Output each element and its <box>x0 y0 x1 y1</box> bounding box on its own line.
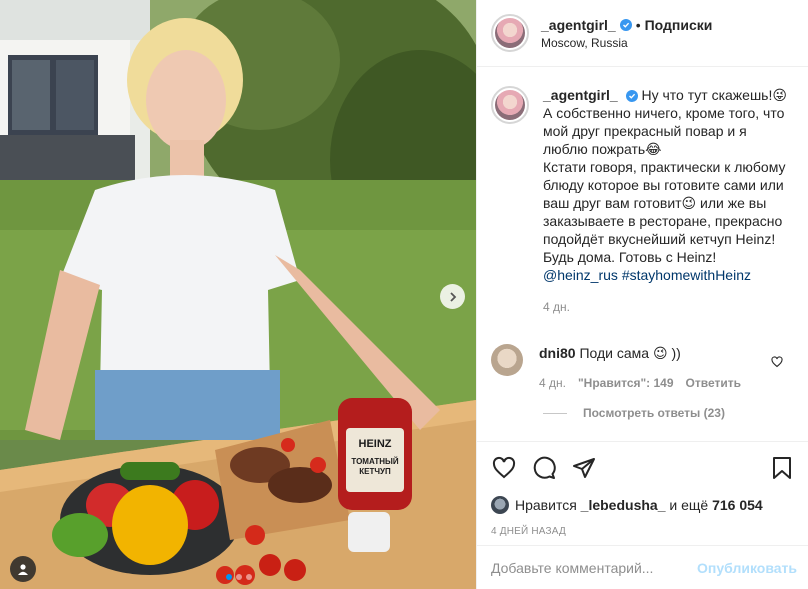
avatar <box>491 496 509 514</box>
mention-link[interactable]: @heinz_rus <box>543 267 618 283</box>
avatar[interactable] <box>491 14 529 52</box>
hashtag-link[interactable]: #stayhomewithHeinz <box>622 267 751 283</box>
photo-scene: HEINZ ТОМАТНЫЙ КЕТЧУП <box>0 0 476 589</box>
likes-user[interactable]: _lebedusha_ <box>581 497 666 513</box>
view-replies-label: Посмотреть ответы (23) <box>583 406 725 420</box>
like-comment-heart-icon[interactable] <box>771 356 783 368</box>
caption-age: 4 дн. <box>543 300 570 314</box>
add-comment-bar: Опубликовать <box>477 545 808 589</box>
comment-input[interactable] <box>491 559 698 576</box>
location-link[interactable]: Moscow, Russia <box>541 36 712 50</box>
caption-line: Кстати говоря, практически к любому блюд… <box>543 159 786 247</box>
chevron-right-icon <box>449 291 456 302</box>
post-header: _agentgirl_ • Подписки Moscow, Russia <box>477 0 808 67</box>
paper-plane-icon <box>573 458 595 478</box>
publish-button[interactable]: Опубликовать <box>697 560 797 576</box>
carousel-indicator <box>226 574 252 580</box>
post-actions: Нравится _lebedusha_ и ещё 716 054 4 дне… <box>477 441 808 537</box>
likes-summary[interactable]: Нравится _lebedusha_ и ещё 716 054 <box>491 496 795 514</box>
carousel-next-button[interactable] <box>440 284 465 309</box>
post-side-panel: _agentgirl_ • Подписки Moscow, Russia _a… <box>476 0 808 589</box>
bottle-brand: HEINZ <box>359 438 392 450</box>
comment-text: Поди сама 😉 )) <box>579 345 681 361</box>
bottle-label-line1: ТОМАТНЫЙ <box>351 457 398 466</box>
comments-list[interactable]: _agentgirl_ Ну что тут скажешь!😜 А собст… <box>477 68 808 441</box>
carousel-dot <box>236 574 242 580</box>
comment-likes[interactable]: "Нравится": 149 <box>578 376 674 390</box>
user-tags-button[interactable] <box>10 556 36 582</box>
header-username[interactable]: _agentgirl_ <box>541 17 616 33</box>
likes-count[interactable]: 716 054 <box>712 497 763 513</box>
bookmark-icon <box>773 457 791 479</box>
caption-line: Будь дома. Готовь с Heinz! <box>543 249 717 265</box>
instagram-post: HEINZ ТОМАТНЫЙ КЕТЧУП _agentgirl_ • Подп… <box>0 0 808 589</box>
heart-icon <box>492 456 516 479</box>
comment-age: 4 дн. <box>539 376 566 390</box>
comment-button[interactable] <box>531 455 557 481</box>
avatar[interactable] <box>491 86 529 124</box>
following-button[interactable]: Подписки <box>645 17 713 33</box>
like-button[interactable] <box>491 455 517 481</box>
carousel-dot <box>246 574 252 580</box>
carousel-dot <box>226 574 232 580</box>
comment-bubble-icon <box>533 456 556 479</box>
caption-username[interactable]: _agentgirl_ <box>543 87 618 103</box>
post-photo[interactable]: HEINZ ТОМАТНЫЙ КЕТЧУП <box>0 0 476 589</box>
view-replies-button[interactable]: Посмотреть ответы (23) <box>543 406 795 420</box>
caption-line: А собственно ничего, кроме того, что мой… <box>543 105 785 157</box>
header-separator: • <box>635 16 641 33</box>
save-button[interactable] <box>769 455 795 481</box>
comment-username[interactable]: dni80 <box>539 345 576 361</box>
bottle-label-line2: КЕТЧУП <box>359 467 391 476</box>
reply-button[interactable]: Ответить <box>686 376 741 390</box>
verified-badge-icon <box>619 18 632 31</box>
caption: _agentgirl_ Ну что тут скажешь!😜 А собст… <box>491 68 795 316</box>
caption-line: Ну что тут скажешь!😜 <box>641 87 787 103</box>
user-icon <box>18 564 28 575</box>
verified-badge-icon <box>625 90 638 102</box>
post-date[interactable]: 4 дней назад <box>491 526 795 537</box>
likes-middle: и ещё <box>669 497 709 513</box>
share-button[interactable] <box>571 455 597 481</box>
likes-prefix: Нравится <box>515 497 577 513</box>
comment-item: dni80 Поди сама 😉 )) 4 дн. "Нравится": 1… <box>491 344 795 390</box>
avatar[interactable] <box>491 344 523 376</box>
